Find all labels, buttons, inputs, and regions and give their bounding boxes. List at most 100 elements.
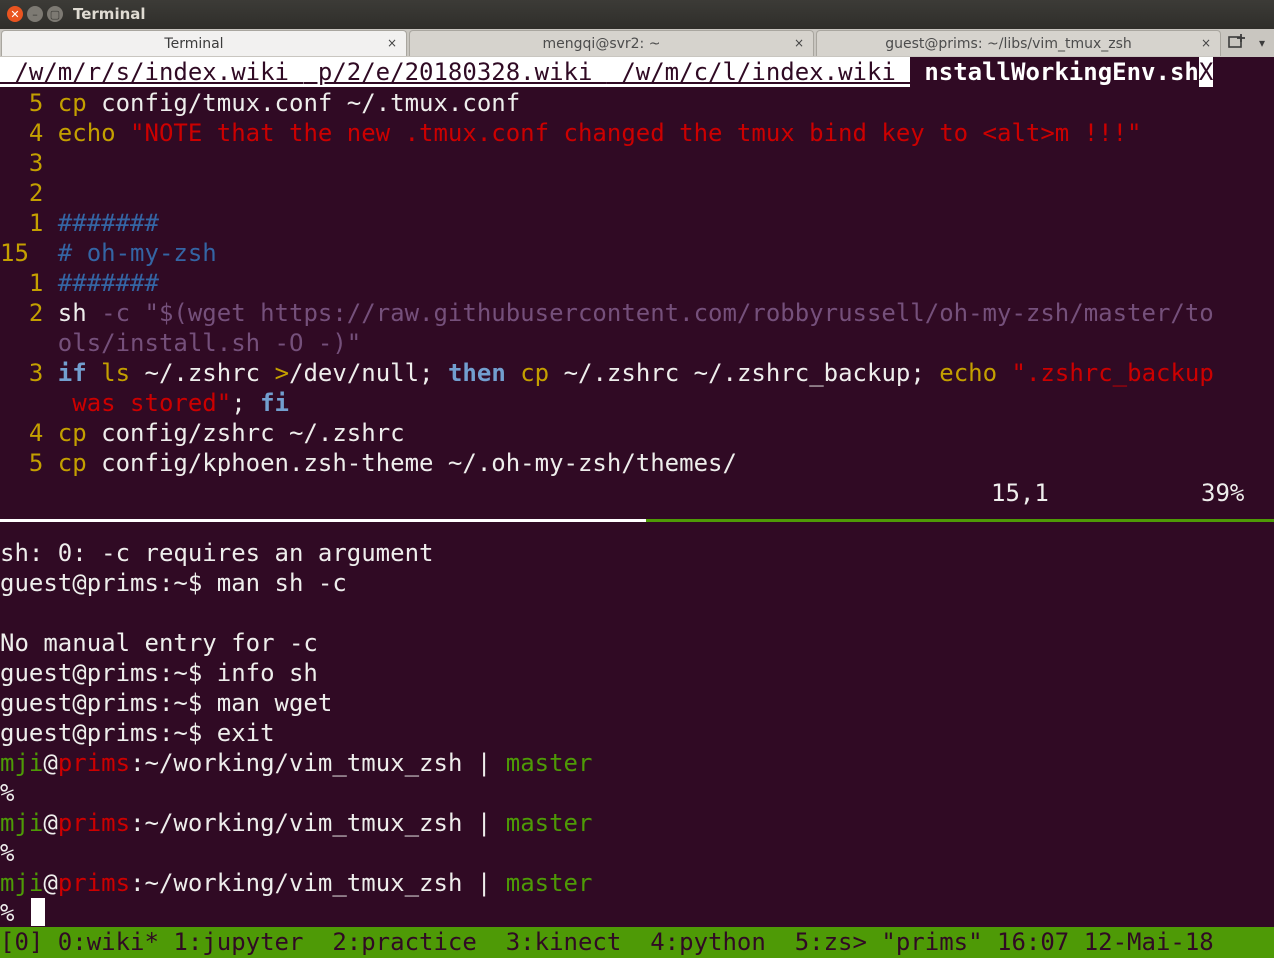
prompt-user: mji [0,869,44,897]
vim-line: 3 if ls ~/.zshrc >/dev/null; then cp ~/.… [0,358,1274,388]
code-command: cp [57,89,87,117]
vim-line: 1 ####### [0,268,1274,298]
prompt-user: mji [0,749,44,777]
terminal-tab-bar: Terminal × mengqi@svr2: ~ × guest@prims:… [0,29,1274,57]
code-text: config/tmux.conf ~/.tmux.conf [86,89,521,117]
zsh-prompt: mji@prims:~/working/vim_tmux_zsh | maste… [0,748,1274,778]
code-keyword: then [447,359,506,387]
vim-ruler: 15,1 39% [0,478,1274,508]
code-option: -c [86,299,145,327]
prompt-git-branch: master [505,809,593,837]
code-command: echo [939,359,998,387]
shell-output-line: guest@prims:~$ man sh -c [0,569,347,597]
vim-line-current: 15 # oh-my-zsh [0,238,1274,268]
line-number: 1 [0,209,58,237]
code-command: ls [86,359,131,387]
vim-line-wrap: was stored"; fi [0,388,1274,418]
vim-buffer-tabline: /w/m/r/s/index.wiki p/2/e/20180328.wiki … [0,57,1274,87]
tab-close-icon[interactable]: × [1201,36,1211,50]
vim-line: 3 [0,148,1274,178]
line-number: 2 [0,179,44,207]
code-command: cp [505,359,550,387]
prompt-path: :~/working/vim_tmux_zsh | [130,869,506,897]
terminal-cursor[interactable] [31,898,45,926]
code-comment: ####### [57,269,159,297]
shell-output-line [0,598,1274,628]
code-text: config/zshrc ~/.zshrc [86,419,405,447]
vim-buffer-tab[interactable]: /w/m/c/l/index.wiki [606,57,911,87]
window-title: Terminal [73,5,146,23]
prompt-at: @ [43,809,58,837]
code-text: /dev/null; [289,359,448,387]
maximize-window-button[interactable]: ▢ [47,6,63,22]
line-number: 4 [0,119,58,147]
line-number: 1 [0,269,58,297]
code-quote: " [997,359,1026,387]
code-text: config/kphoen.zsh-theme ~/.oh-my-zsh/the… [86,449,737,477]
prompt-symbol: % [0,779,15,807]
vim-line: 2 [0,178,1274,208]
vim-buffer-tab-selected[interactable]: nstallWorkingEnv.sh [924,57,1199,87]
tab-mengqi-svr2[interactable]: mengqi@svr2: ~ × [409,30,814,56]
code-quote: " [216,389,232,417]
prompt-at: @ [43,869,58,897]
line-number: 3 [0,359,58,387]
vim-line: 1 ####### [0,208,1274,238]
code-string: "NOTE that the new .tmux.conf changed th… [130,119,1142,147]
tab-close-icon[interactable]: × [387,36,397,50]
shell-output-line: sh: 0: -c requires an argument [0,539,434,567]
tab-label: guest@prims: ~/libs/vim_tmux_zsh [885,36,1132,52]
code-string: was stored [72,389,217,417]
prompt-symbol: % [0,839,15,867]
line-number: 3 [0,149,44,177]
code-comment: # oh-my-zsh [57,239,217,267]
code-string: "$(wget https://raw.githubusercontent.co… [144,299,1214,327]
vim-line-wrap: ols/install.sh -O -)" [0,328,1274,358]
line-number: 5 [0,449,58,477]
code-text: ~/.zshrc ~/.zshrc_backup; [549,359,940,387]
code-command: cp [57,449,87,477]
new-tab-icon[interactable] [1227,33,1247,53]
vim-line: 5 cp config/kphoen.zsh-theme ~/.oh-my-zs… [0,448,1274,478]
shell-output-line: guest@prims:~$ info sh [0,659,318,687]
chevron-down-icon[interactable]: ▾ [1254,33,1270,53]
vim-line: 5 cp config/tmux.conf ~/.tmux.conf [0,88,1274,118]
prompt-git-branch: master [505,749,593,777]
prompt-path: :~/working/vim_tmux_zsh | [130,809,506,837]
shell-output-line: guest@prims:~$ exit [0,719,275,747]
vim-buffer-tab[interactable]: p/2/e/20180328.wiki [303,57,607,87]
tmux-status-text: [0] 0:wiki* 1:jupyter 2:practice 3:kinec… [0,928,1214,956]
tab-guest-prims[interactable]: guest@prims: ~/libs/vim_tmux_zsh × [816,30,1221,56]
vim-line: 2 sh -c "$(wget https://raw.githubuserco… [0,298,1274,328]
code-keyword: if [57,359,87,387]
cursor-position: 15,1 [991,479,1049,507]
line-number: 15 [0,239,58,267]
code-text: ~/.zshrc [130,359,275,387]
code-operator: > [274,359,290,387]
tmux-pane-divider[interactable] [0,519,646,522]
tab-terminal[interactable]: Terminal × [1,30,407,56]
line-number: 2 [0,299,58,327]
code-comment: ####### [57,209,159,237]
tmux-pane-divider-active[interactable] [646,519,1274,522]
prompt-symbol: % [0,899,15,927]
zsh-prompt: mji@prims:~/working/vim_tmux_zsh | maste… [0,868,1274,898]
minimize-window-button[interactable]: – [27,6,43,22]
prompt-host: prims [57,869,131,897]
shell-output-line: guest@prims:~$ man wget [0,689,333,717]
code-keyword: fi [260,389,290,417]
prompt-host: prims [57,749,131,777]
vim-buffer-tab[interactable]: /w/m/r/s/index.wiki [0,57,304,87]
tab-close-icon[interactable]: × [794,36,804,50]
zsh-prompt: mji@prims:~/working/vim_tmux_zsh | maste… [0,808,1274,838]
line-number: 4 [0,419,58,447]
tmux-status-bar: [0] 0:wiki* 1:jupyter 2:practice 3:kinec… [0,927,1274,958]
prompt-git-branch: master [505,869,593,897]
vim-tab-close-button[interactable]: X [1198,57,1214,87]
close-window-button[interactable]: ✕ [7,6,23,22]
code-string: ols/install.sh -O -)" [57,329,362,357]
code-string: .zshrc_backup [1025,359,1214,387]
vim-line: 4 echo "NOTE that the new .tmux.conf cha… [0,118,1274,148]
tab-label: Terminal [164,36,224,52]
